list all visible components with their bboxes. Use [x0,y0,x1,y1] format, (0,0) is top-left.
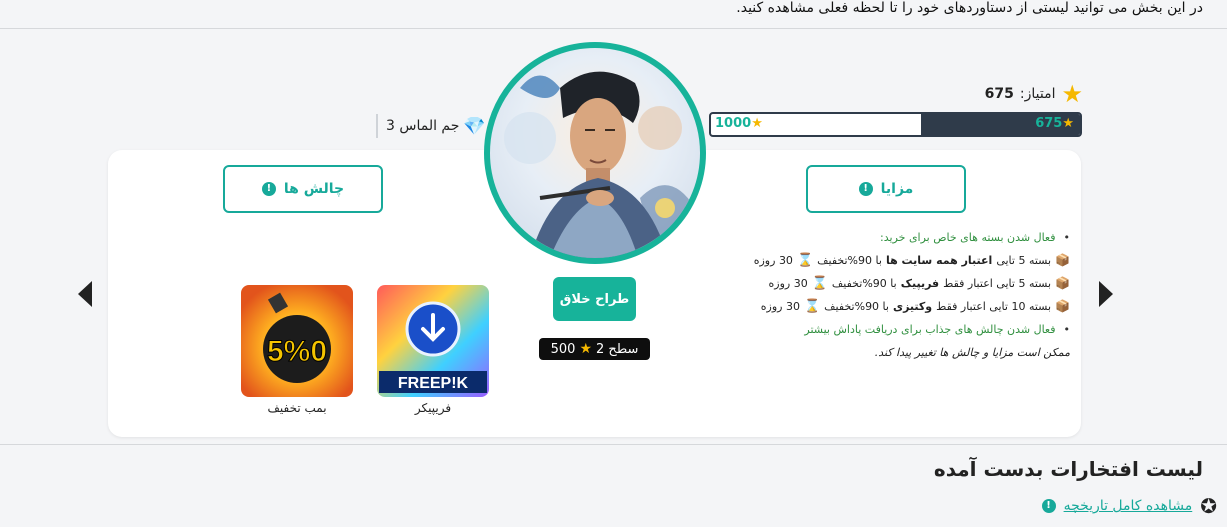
game-label: بمب تخفیف [267,401,327,415]
artist-portrait-image [504,71,695,258]
perks-list: فعال شدن بسته های خاص برای خرید: 📦 بسته … [750,226,1070,364]
package-icon: 📦 [1055,299,1070,313]
role-button[interactable]: طراح خلاق [553,277,636,321]
perks-intro: فعال شدن بسته های خاص برای خرید: [750,226,1070,249]
bomb-thumbnail: 5%0 [241,285,353,397]
level-badge: سطح 2 ★ 500 [539,338,650,360]
perk-item: 📦 بسته 5 تایی اعتبار فقط فریپیک با 90%تخ… [750,272,1071,295]
hourglass-icon: ⌛ [803,299,821,314]
benefits-button[interactable]: مزایا ! [806,165,966,213]
info-icon: ! [261,182,276,196]
section-title: لیست افتخارات بدست آمده [933,457,1203,481]
svg-text:FREEP!K: FREEP!K [398,375,469,392]
package-icon: 📦 [1055,253,1070,267]
history-link-row: ✪ مشاهده کامل تاریخچه ! [1041,494,1217,518]
freepik-thumbnail: FREEP!K [377,285,489,397]
benefits-label: مزایا [880,181,914,197]
progress-max: 1000★ [715,116,763,131]
diamond-icon: 💎 [463,115,486,137]
info-icon: ! [858,182,873,196]
gem-label: جم الماس 3 [386,118,460,134]
hourglass-icon: ⌛ [811,276,828,291]
level-label: سطح 2 [596,341,639,357]
score-label: امتیاز: [1019,86,1056,102]
level-points: 500 [550,341,576,357]
challenge-note: فعال شدن چالش های جذاب برای دریافت پاداش… [750,318,1070,341]
star-icon: ★ [1061,80,1083,108]
medal-icon: ✪ [1200,494,1217,518]
game-label: فریپیکر [414,401,452,415]
avatar [484,42,706,264]
perk-item: 📦 بسته 5 تایی اعتبار همه سایت ها با 90%ت… [750,249,1070,272]
gem-count: 💎 جم الماس 3 [376,114,486,138]
disclaimer: ممکن است مزایا و چالش ها تغییر پیدا کند. [874,346,1070,359]
intro-text: در این بخش می توانید لیستی از دستاوردهای… [736,0,1203,16]
hourglass-icon: ⌛ [796,253,814,268]
info-icon: ! [1041,499,1056,513]
perk-item: 📦 بسته 10 تایی اعتبار فقط وکتیزی با 90%ت… [750,295,1070,318]
game-discount-bomb[interactable]: 5%0 بمب تخفیف [241,285,353,415]
package-icon: 📦 [1055,276,1070,290]
star-icon: ★ [579,341,593,357]
top-divider [0,28,1227,29]
progress-current: 675★ [1035,116,1074,131]
challenges-label: چالش ها [283,181,345,197]
score-progress-bar: 675★ 1000★ [709,112,1082,137]
svg-text:5%0: 5%0 [267,335,327,368]
history-link[interactable]: مشاهده کامل تاریخچه [1064,498,1193,514]
next-arrow-icon[interactable] [1097,279,1115,309]
challenges-button[interactable]: چالش ها ! [223,165,383,213]
previous-arrow-icon[interactable] [76,279,94,309]
score-line: ★ امتیاز: 675 [983,80,1083,108]
game-freepiker[interactable]: FREEP!K فریپیکر [377,285,489,415]
bottom-divider [0,444,1227,445]
score-value: 675 [984,86,1014,102]
